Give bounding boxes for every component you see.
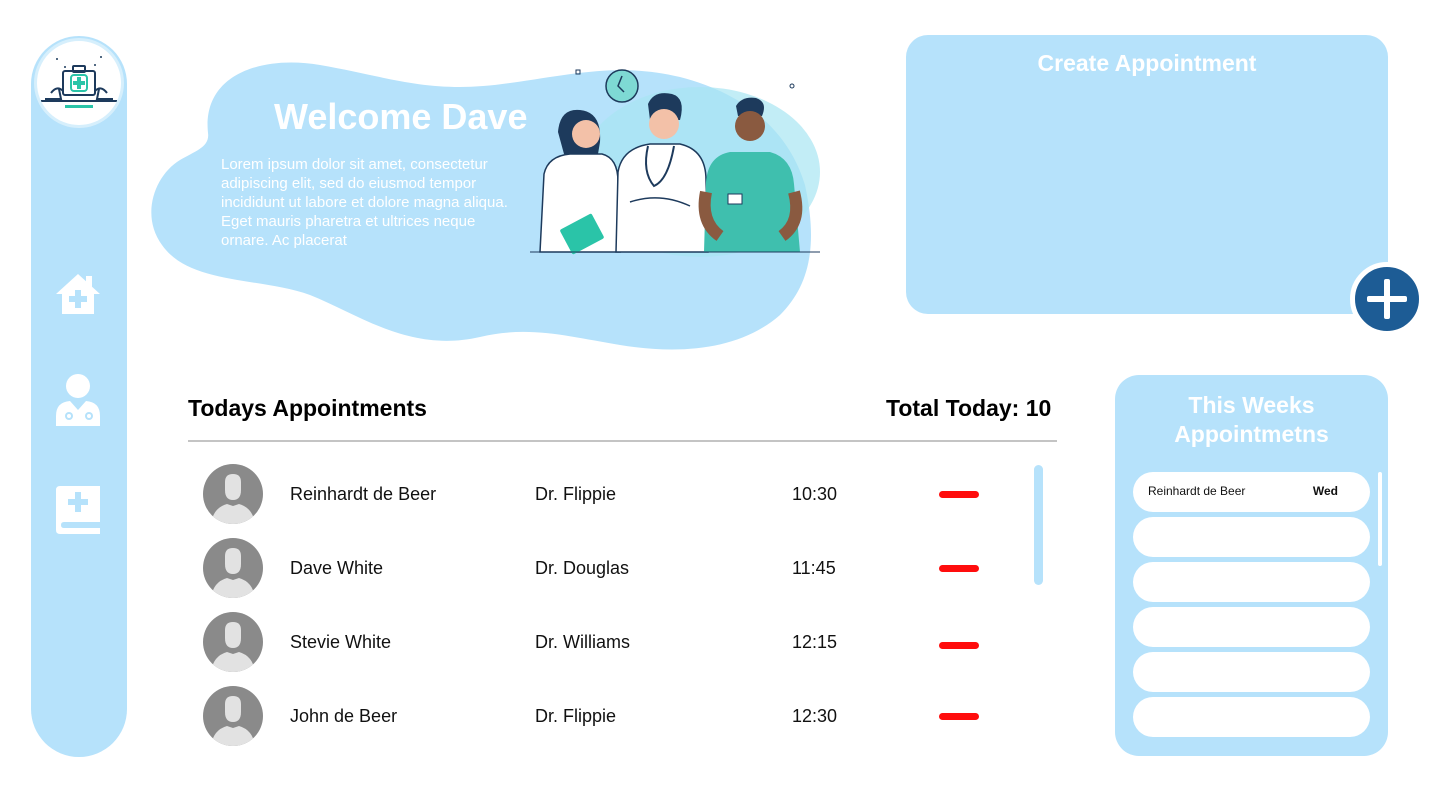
home-plus-icon [56, 274, 100, 314]
week-appointment-item[interactable] [1133, 562, 1370, 602]
add-appointment-button[interactable] [1350, 262, 1424, 336]
total-today-count: Total Today: 10 [886, 395, 1052, 421]
clinic-logo-icon [41, 56, 117, 108]
avatar [203, 464, 263, 524]
doctor-name: Dr. Williams [535, 632, 630, 652]
welcome-title: Welcome Dave [274, 96, 528, 137]
sidebar-item-doctors[interactable] [54, 372, 102, 426]
user-avatar-icon [211, 696, 255, 746]
week-day: Wed [1312, 484, 1338, 498]
todays-appointments-title: Todays Appointments [188, 395, 427, 421]
appointments-scrollbar[interactable] [1034, 465, 1043, 585]
user-avatar-icon [211, 474, 255, 524]
week-scrollbar[interactable] [1378, 472, 1382, 566]
patient-name: Dave White [290, 558, 384, 578]
create-appointment-title: Create Appointment [1037, 50, 1257, 76]
patient-name: Reinhardt de Beer [290, 484, 437, 504]
sidebar-item-home[interactable] [54, 270, 102, 324]
avatar [203, 538, 263, 598]
doctor-name: Dr. Flippie [535, 706, 617, 726]
appointment-time: 12:15 [792, 632, 838, 652]
clinic-logo[interactable] [34, 38, 124, 128]
remove-appointment-button[interactable] [939, 713, 979, 720]
appointment-row[interactable]: Dave White Dr. Douglas 11:45 [188, 538, 1018, 612]
medical-book-icon [56, 486, 100, 534]
appointment-row[interactable]: Reinhardt de Beer Dr. Flippie 10:30 [188, 464, 1018, 538]
week-appointments-title: This Weeks Appointmetns [1174, 392, 1329, 447]
avatar [203, 612, 263, 672]
week-appointment-item[interactable] [1133, 652, 1370, 692]
doctors-illustration [530, 69, 820, 257]
user-avatar-icon [211, 622, 255, 672]
divider [188, 440, 1057, 442]
week-appointment-item[interactable] [1133, 517, 1370, 557]
appointment-time: 11:45 [792, 558, 836, 578]
doctor-name: Dr. Flippie [535, 484, 617, 504]
doctor-name: Dr. Douglas [535, 558, 630, 578]
week-appointment-item[interactable] [1133, 607, 1370, 647]
remove-appointment-button[interactable] [939, 565, 979, 572]
patient-name: Stevie White [290, 632, 392, 652]
remove-appointment-button[interactable] [939, 642, 979, 649]
appointment-time: 12:30 [792, 706, 838, 726]
week-patient-name: Reinhardt de Beer [1148, 484, 1246, 498]
doctor-icon [56, 374, 100, 426]
appointment-row[interactable]: Stevie White Dr. Williams 12:15 [188, 612, 1018, 686]
user-avatar-icon [211, 548, 255, 598]
sidebar-item-records[interactable] [54, 482, 102, 536]
appointments-list: Reinhardt de Beer Dr. Flippie 10:30 Dave… [188, 464, 1018, 764]
appointment-row[interactable]: John de Beer Dr. Flippie 12:30 [188, 686, 1018, 760]
plus-icon [1367, 279, 1407, 319]
avatar [203, 686, 263, 746]
week-appointment-item[interactable]: Reinhardt de Beer Wed [1133, 472, 1370, 512]
appointment-time: 10:30 [792, 484, 838, 504]
week-appointment-item[interactable] [1133, 697, 1370, 737]
patient-name: John de Beer [290, 706, 398, 726]
welcome-text: Lorem ipsum dolor sit amet, consectetur … [221, 156, 508, 249]
remove-appointment-button[interactable] [939, 491, 979, 498]
